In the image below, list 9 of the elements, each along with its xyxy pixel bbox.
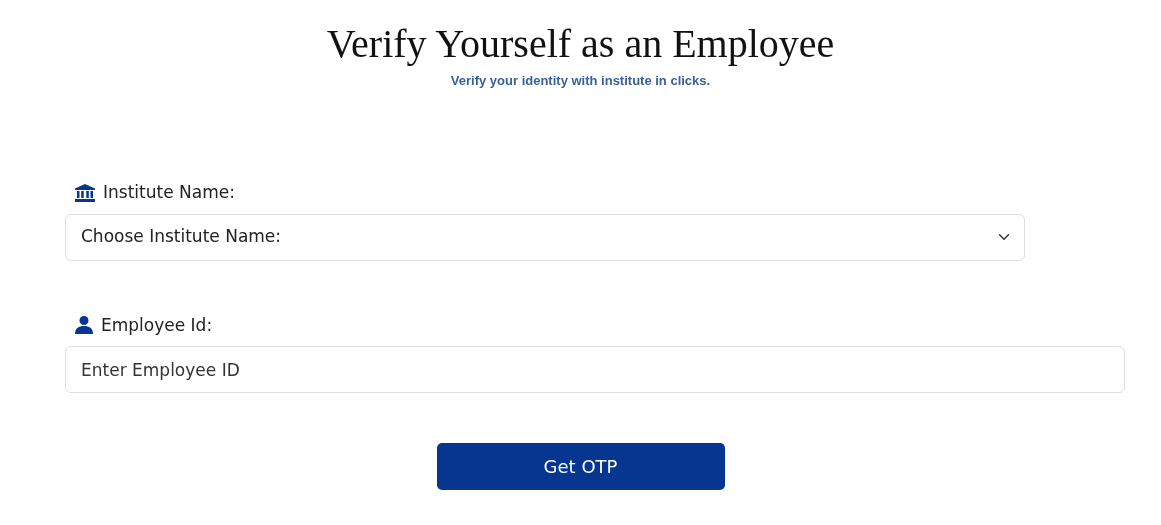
bank-icon [75,183,95,202]
page-subtitle: Verify your identity with institute in clicks. [450,72,711,90]
field-label: Institute Name: [103,181,235,204]
page-title: Verify Yourself as an Employee [326,24,835,64]
field-label: Employee Id: [101,313,213,337]
user-icon [75,316,93,335]
institute-select[interactable]: Choose Institute Name: [65,213,1025,261]
employee-id-field[interactable]: Enter Employee ID [65,346,1125,393]
get-otp-button[interactable]: Get OTP [436,443,725,490]
